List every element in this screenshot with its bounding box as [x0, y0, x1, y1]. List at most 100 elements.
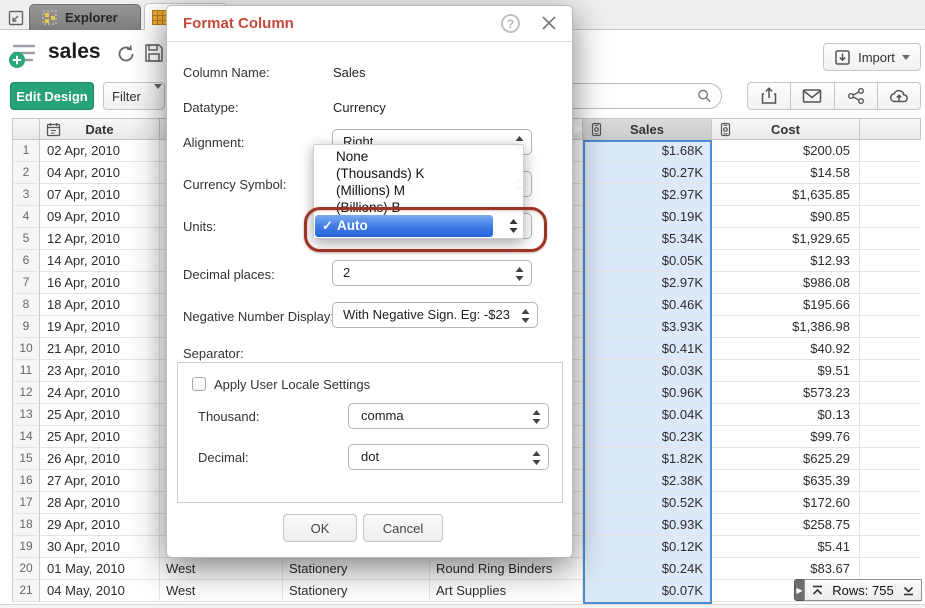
cell-date[interactable]: 28 Apr, 2010	[40, 492, 160, 514]
cell-sales[interactable]: $0.52K	[583, 492, 712, 514]
cell-empty[interactable]	[860, 470, 921, 492]
thousand-select[interactable]: comma	[348, 403, 549, 429]
row-number-cell[interactable]: 18	[12, 514, 40, 536]
cell-date[interactable]: 02 Apr, 2010	[40, 140, 160, 162]
decimal-places-select[interactable]: 2	[332, 260, 532, 286]
units-option[interactable]: (Thousands) K	[314, 166, 523, 182]
cell-date[interactable]: 14 Apr, 2010	[40, 250, 160, 272]
scroll-to-bottom-icon[interactable]	[902, 584, 915, 597]
cell-sales[interactable]: $2.97K	[583, 272, 712, 294]
cell-empty[interactable]	[860, 448, 921, 470]
cell-cost[interactable]: $12.93	[712, 250, 860, 272]
cell-cost[interactable]: $0.13	[712, 404, 860, 426]
ok-button[interactable]: OK	[283, 514, 357, 542]
row-number-cell[interactable]: 14	[12, 426, 40, 448]
cell-empty[interactable]	[860, 426, 921, 448]
help-icon[interactable]: ?	[501, 14, 520, 33]
import-button[interactable]: Import	[823, 43, 921, 71]
cell-empty[interactable]	[860, 228, 921, 250]
cell-empty[interactable]	[860, 536, 921, 558]
cell-sales[interactable]: $0.19K	[583, 206, 712, 228]
cell-sales[interactable]: $3.93K	[583, 316, 712, 338]
cell-date[interactable]: 30 Apr, 2010	[40, 536, 160, 558]
units-option[interactable]: None	[314, 149, 523, 165]
cell-empty[interactable]	[860, 294, 921, 316]
cell-date[interactable]: 27 Apr, 2010	[40, 470, 160, 492]
cell-date[interactable]: 26 Apr, 2010	[40, 448, 160, 470]
cell-cost[interactable]: $9.51	[712, 360, 860, 382]
share-button[interactable]	[835, 83, 878, 109]
cell-sales[interactable]: $0.03K	[583, 360, 712, 382]
edit-design-button[interactable]: Edit Design	[10, 82, 94, 110]
cell-date[interactable]: 19 Apr, 2010	[40, 316, 160, 338]
cell-empty[interactable]	[860, 206, 921, 228]
cell-empty[interactable]	[860, 338, 921, 360]
cell-sales[interactable]: $0.05K	[583, 250, 712, 272]
cell-cost[interactable]: $635.39	[712, 470, 860, 492]
cell-sales[interactable]: $1.68K	[583, 140, 712, 162]
cell-date[interactable]: 01 May, 2010	[40, 558, 160, 580]
cell-cost[interactable]: $172.60	[712, 492, 860, 514]
header-empty[interactable]	[860, 118, 921, 140]
cell-sales[interactable]: $0.23K	[583, 426, 712, 448]
horizontal-scrollbar[interactable]	[0, 604, 925, 608]
cell-date[interactable]: 09 Apr, 2010	[40, 206, 160, 228]
window-resize-icon[interactable]	[8, 10, 24, 26]
row-number-cell[interactable]: 8	[12, 294, 40, 316]
cell-empty[interactable]	[860, 558, 921, 580]
cell-cost[interactable]: $99.76	[712, 426, 860, 448]
cell-date[interactable]: 25 Apr, 2010	[40, 426, 160, 448]
row-number-cell[interactable]: 11	[12, 360, 40, 382]
cell-empty[interactable]	[860, 404, 921, 426]
cell-sales[interactable]: $0.96K	[583, 382, 712, 404]
cell-empty[interactable]	[860, 316, 921, 338]
cell-cost[interactable]: $1,386.98	[712, 316, 860, 338]
header-corner-cell[interactable]	[12, 118, 40, 140]
cell-date[interactable]: 24 Apr, 2010	[40, 382, 160, 404]
row-number-cell[interactable]: 15	[12, 448, 40, 470]
cell-empty[interactable]	[860, 514, 921, 536]
cancel-button[interactable]: Cancel	[363, 514, 443, 542]
cell-empty[interactable]	[860, 140, 921, 162]
row-number-cell[interactable]: 19	[12, 536, 40, 558]
header-sales[interactable]: Sales	[583, 118, 712, 140]
cell-product[interactable]: Round Ring Binders	[430, 558, 583, 580]
cell-date[interactable]: 23 Apr, 2010	[40, 360, 160, 382]
cell-date[interactable]: 04 May, 2010	[40, 580, 160, 602]
row-number-cell[interactable]: 13	[12, 404, 40, 426]
cell-date[interactable]: 25 Apr, 2010	[40, 404, 160, 426]
row-number-cell[interactable]: 6	[12, 250, 40, 272]
cell-cost[interactable]: $1,635.85	[712, 184, 860, 206]
row-number-cell[interactable]: 1	[12, 140, 40, 162]
export-button[interactable]	[748, 83, 791, 109]
locale-settings-checkbox[interactable]	[192, 377, 206, 391]
row-number-cell[interactable]: 4	[12, 206, 40, 228]
view-list-add-icon[interactable]	[8, 41, 36, 69]
cell-cost[interactable]: $40.92	[712, 338, 860, 360]
cell-cost[interactable]: $83.67	[712, 558, 860, 580]
cell-empty[interactable]	[860, 162, 921, 184]
cell-cost[interactable]: $258.75	[712, 514, 860, 536]
units-option-auto-selected[interactable]: ✓ Auto	[315, 215, 493, 237]
row-number-cell[interactable]: 9	[12, 316, 40, 338]
header-cost[interactable]: Cost	[712, 118, 860, 140]
negative-display-select[interactable]: With Negative Sign. Eg: -$23	[332, 302, 538, 328]
cell-date[interactable]: 12 Apr, 2010	[40, 228, 160, 250]
row-number-cell[interactable]: 10	[12, 338, 40, 360]
save-icon[interactable]	[144, 43, 164, 63]
cell-sales[interactable]: $5.34K	[583, 228, 712, 250]
scroll-to-top-icon[interactable]	[811, 584, 824, 597]
cell-date[interactable]: 18 Apr, 2010	[40, 294, 160, 316]
cell-date[interactable]: 07 Apr, 2010	[40, 184, 160, 206]
rows-widget-collapse-handle[interactable]: ▶	[794, 579, 804, 601]
cell-date[interactable]: 16 Apr, 2010	[40, 272, 160, 294]
cell-sales[interactable]: $2.38K	[583, 470, 712, 492]
email-button[interactable]	[791, 83, 834, 109]
cell-sales[interactable]: $0.04K	[583, 404, 712, 426]
filter-button[interactable]: Filter	[103, 82, 165, 110]
cell-region[interactable]: West	[160, 580, 283, 602]
cell-date[interactable]: 04 Apr, 2010	[40, 162, 160, 184]
cell-sales[interactable]: $0.46K	[583, 294, 712, 316]
cell-category[interactable]: Stationery	[283, 558, 430, 580]
cell-cost[interactable]: $14.58	[712, 162, 860, 184]
